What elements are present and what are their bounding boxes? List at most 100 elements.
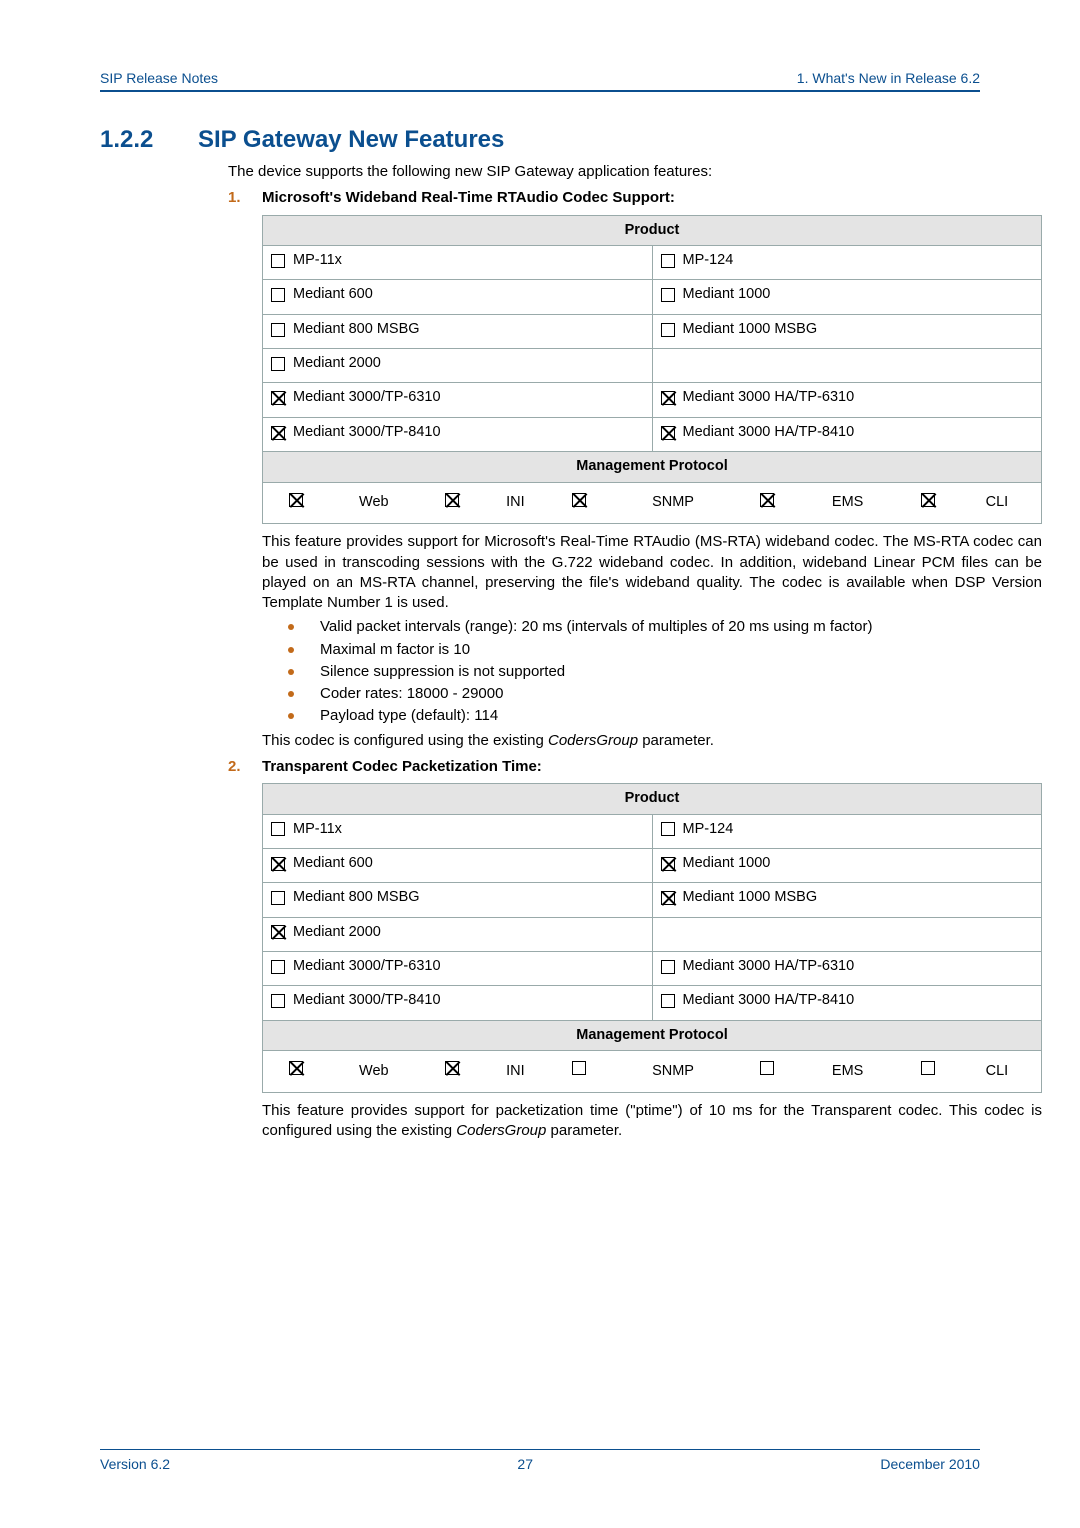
bullet-text: Coder rates: 18000 - 29000 (320, 684, 503, 704)
table-row: Mediant 3000/TP-8410 Mediant 3000 HA/TP-… (263, 986, 1042, 1020)
mgmt-label: CLI (957, 1056, 1037, 1087)
list-item: Payload type (default): 114 (288, 706, 1042, 726)
table-header: Product (263, 784, 1042, 815)
footer-right: December 2010 (880, 1456, 980, 1472)
checkbox-icon[interactable] (661, 891, 675, 905)
cell-label: MP-11x (293, 820, 342, 840)
table-row: Mediant 600 Mediant 1000 (263, 280, 1042, 314)
footer-center: 27 (517, 1456, 533, 1472)
cell-label: MP-124 (683, 820, 734, 840)
table-header: Management Protocol (263, 1020, 1042, 1051)
page-header: SIP Release Notes 1. What's New in Relea… (100, 70, 980, 92)
bullet-text: Maximal m factor is 10 (320, 640, 470, 660)
cell-label: MP-11x (293, 251, 342, 271)
cell-label: Mediant 1000 (683, 285, 771, 305)
footer-left: Version 6.2 (100, 1456, 170, 1472)
checkbox-icon[interactable] (271, 391, 285, 405)
bullet-icon (288, 669, 294, 675)
section-title: SIP Gateway New Features (198, 126, 504, 154)
checkbox-icon[interactable] (661, 254, 675, 268)
checkbox-icon[interactable] (271, 426, 285, 440)
checkbox-icon[interactable] (271, 822, 285, 836)
bullet-icon (288, 624, 294, 630)
bullet-list: Valid packet intervals (range): 20 ms (i… (288, 617, 1042, 726)
list-item: Valid packet intervals (range): 20 ms (i… (288, 617, 1042, 637)
checkbox-icon[interactable] (271, 357, 285, 371)
list-number: 1. (228, 188, 262, 208)
checkbox-icon[interactable] (661, 323, 675, 337)
header-right: 1. What's New in Release 6.2 (797, 70, 980, 86)
cell-label: Mediant 3000 HA/TP-8410 (683, 991, 855, 1011)
table-row: Mediant 3000/TP-6310 Mediant 3000 HA/TP-… (263, 383, 1042, 417)
table-row: Mediant 800 MSBG Mediant 1000 MSBG (263, 883, 1042, 917)
checkbox-icon[interactable] (760, 1061, 774, 1075)
checkbox-icon[interactable] (271, 323, 285, 337)
mgmt-label: INI (481, 488, 550, 519)
checkbox-icon[interactable] (271, 254, 285, 268)
cell-label: Mediant 3000/TP-6310 (293, 388, 441, 408)
mgmt-row: Web INI SNMP EMS CLI (263, 482, 1042, 524)
checkbox-icon[interactable] (271, 994, 285, 1008)
cell-label: Mediant 3000 HA/TP-8410 (683, 423, 855, 443)
mgmt-label: EMS (796, 488, 899, 519)
checkbox-icon[interactable] (271, 960, 285, 974)
mgmt-label: SNMP (608, 488, 739, 519)
cell-label: Mediant 3000 HA/TP-6310 (683, 388, 855, 408)
checkbox-icon[interactable] (271, 925, 285, 939)
checkbox-icon[interactable] (921, 493, 935, 507)
bullet-icon (288, 691, 294, 697)
list-number: 2. (228, 757, 262, 777)
checkbox-icon[interactable] (661, 391, 675, 405)
paragraph: This codec is configured using the exist… (262, 731, 1042, 751)
list-title: Transparent Codec Packetization Time: (262, 757, 542, 777)
checkbox-icon[interactable] (661, 288, 675, 302)
checkbox-icon[interactable] (760, 493, 774, 507)
list-item: Maximal m factor is 10 (288, 640, 1042, 660)
section-header: 1.2.2 SIP Gateway New Features (100, 126, 980, 154)
mgmt-label: CLI (957, 488, 1037, 519)
table-row: Mediant 600 Mediant 1000 (263, 848, 1042, 882)
paragraph: This feature provides support for packet… (262, 1101, 1042, 1142)
list-item-1: 1. Microsoft's Wideband Real-Time RTAudi… (228, 188, 980, 208)
cell-label: Mediant 1000 MSBG (683, 888, 818, 908)
cell-label: Mediant 2000 (293, 354, 381, 374)
mgmt-label: Web (325, 488, 423, 519)
table-row: Mediant 2000 (263, 349, 1042, 383)
checkbox-icon[interactable] (271, 288, 285, 302)
list-title: Microsoft's Wideband Real-Time RTAudio C… (262, 188, 675, 208)
mgmt-label: SNMP (608, 1056, 739, 1087)
cell-label: Mediant 3000/TP-8410 (293, 991, 441, 1011)
checkbox-icon[interactable] (445, 493, 459, 507)
checkbox-icon[interactable] (572, 1061, 586, 1075)
bullet-text: Silence suppression is not supported (320, 662, 565, 682)
checkbox-icon[interactable] (271, 891, 285, 905)
mgmt-row: Web INI SNMP EMS CLI (263, 1051, 1042, 1093)
table-row: Mediant 3000/TP-6310 Mediant 3000 HA/TP-… (263, 951, 1042, 985)
list-item: Coder rates: 18000 - 29000 (288, 684, 1042, 704)
checkbox-icon[interactable] (445, 1061, 459, 1075)
checkbox-icon[interactable] (661, 994, 675, 1008)
table-row: MP-11x MP-124 (263, 246, 1042, 280)
cell-label: Mediant 600 (293, 285, 373, 305)
list-item: Silence suppression is not supported (288, 662, 1042, 682)
checkbox-icon[interactable] (661, 822, 675, 836)
checkbox-icon[interactable] (921, 1061, 935, 1075)
cell-label: Mediant 1000 (683, 854, 771, 874)
mgmt-label: INI (481, 1056, 550, 1087)
cell-label: Mediant 800 MSBG (293, 888, 420, 908)
bullet-text: Payload type (default): 114 (320, 706, 498, 726)
checkbox-icon[interactable] (271, 857, 285, 871)
checkbox-icon[interactable] (661, 857, 675, 871)
table-row: Mediant 800 MSBG Mediant 1000 MSBG (263, 314, 1042, 348)
checkbox-icon[interactable] (289, 493, 303, 507)
list-item-2: 2. Transparent Codec Packetization Time: (228, 757, 980, 777)
cell-label: Mediant 3000 HA/TP-6310 (683, 957, 855, 977)
checkbox-icon[interactable] (661, 960, 675, 974)
cell-label: Mediant 3000/TP-6310 (293, 957, 441, 977)
checkbox-icon[interactable] (572, 493, 586, 507)
section-intro: The device supports the following new SI… (228, 162, 980, 182)
table-header: Product (263, 215, 1042, 246)
checkbox-icon[interactable] (289, 1061, 303, 1075)
cell-label: Mediant 3000/TP-8410 (293, 423, 441, 443)
checkbox-icon[interactable] (661, 426, 675, 440)
